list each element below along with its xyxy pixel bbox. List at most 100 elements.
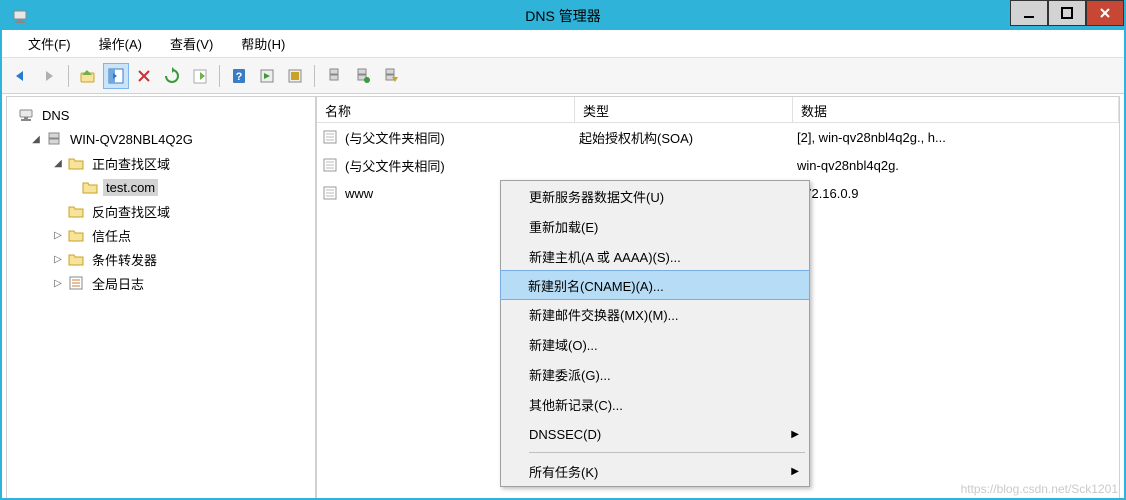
app-icon xyxy=(12,8,28,24)
watermark-text: https://blog.csdn.net/Sck1201 xyxy=(961,482,1118,496)
ctx-new-host[interactable]: 新建主机(A 或 AAAA)(S)... xyxy=(501,241,809,271)
cell-type: 起始授权机构(SOA) xyxy=(575,128,793,147)
ctx-label: 所有任务(K) xyxy=(529,462,598,481)
folder-icon xyxy=(67,202,85,220)
ctx-other-records[interactable]: 其他新记录(C)... xyxy=(501,389,809,419)
cell-data: [2], win-qv28nbl4q2g., h... xyxy=(793,130,1119,145)
record-icon xyxy=(321,184,339,202)
action-button-1[interactable] xyxy=(254,63,280,89)
list-header: 名称 类型 数据 xyxy=(317,97,1119,123)
cell-text: www xyxy=(345,186,373,201)
ctx-label: 新建委派(G)... xyxy=(529,365,611,384)
tree-label: test.com xyxy=(103,179,158,196)
tree-root[interactable]: DNS xyxy=(11,103,311,127)
close-button[interactable] xyxy=(1086,0,1124,26)
action-button-2[interactable] xyxy=(282,63,308,89)
menu-action[interactable]: 操作(A) xyxy=(85,31,156,56)
cell-text: (与父文件夹相同) xyxy=(345,128,445,147)
ctx-all-tasks[interactable]: 所有任务(K) ▶ xyxy=(501,456,809,486)
ctx-new-delegation[interactable]: 新建委派(G)... xyxy=(501,359,809,389)
toolbar: ? xyxy=(2,58,1124,94)
tree-server[interactable]: ◢ WIN-QV28NBL4Q2G xyxy=(11,127,311,151)
tree-label: 反向查找区域 xyxy=(89,201,173,222)
list-row[interactable]: (与父文件夹相同) win-qv28nbl4q2g. xyxy=(317,151,1119,179)
submenu-arrow-icon: ▶ xyxy=(791,429,799,440)
ctx-separator xyxy=(529,452,805,453)
filter-button[interactable] xyxy=(377,63,403,89)
record-icon xyxy=(321,128,339,146)
context-menu: 更新服务器数据文件(U) 重新加载(E) 新建主机(A 或 AAAA)(S)..… xyxy=(500,180,810,487)
logs-icon xyxy=(67,274,85,292)
collapse-icon[interactable]: ◢ xyxy=(51,156,65,170)
cell-data: 172.16.0.9 xyxy=(793,186,1119,201)
server-button-1[interactable] xyxy=(321,63,347,89)
tree-label: 信任点 xyxy=(89,225,134,246)
toolbar-separator xyxy=(219,65,220,87)
cell-name: (与父文件夹相同) xyxy=(317,128,575,147)
tree-forward-zones[interactable]: ◢ 正向查找区域 xyxy=(11,151,311,175)
expand-icon[interactable]: ▷ xyxy=(51,276,65,290)
server-button-2[interactable] xyxy=(349,63,375,89)
cell-text: (与父文件夹相同) xyxy=(345,156,445,175)
tree-label: DNS xyxy=(39,107,72,124)
nav-back-button[interactable] xyxy=(8,63,34,89)
tree-label: 条件转发器 xyxy=(89,249,160,270)
menu-view[interactable]: 查看(V) xyxy=(156,31,227,56)
tree-label: WIN-QV28NBL4Q2G xyxy=(67,131,196,148)
window-controls xyxy=(1010,0,1124,26)
ctx-update-server-data[interactable]: 更新服务器数据文件(U) xyxy=(501,181,809,211)
record-icon xyxy=(321,156,339,174)
menu-help[interactable]: 帮助(H) xyxy=(227,31,299,56)
server-icon xyxy=(45,130,63,148)
svg-text:?: ? xyxy=(236,71,243,83)
ctx-label: 重新加载(E) xyxy=(529,217,598,236)
refresh-button[interactable] xyxy=(159,63,185,89)
folder-icon xyxy=(81,178,99,196)
folder-icon xyxy=(67,250,85,268)
ctx-label: 更新服务器数据文件(U) xyxy=(529,187,664,206)
ctx-label: 其他新记录(C)... xyxy=(529,395,623,414)
column-header-type[interactable]: 类型 xyxy=(575,97,793,122)
list-row[interactable]: (与父文件夹相同) 起始授权机构(SOA) [2], win-qv28nbl4q… xyxy=(317,123,1119,151)
toolbar-separator xyxy=(68,65,69,87)
tree-panel: DNS ◢ WIN-QV28NBL4Q2G ◢ 正向查找区域 test.com … xyxy=(6,96,316,498)
tree-zone-testcom[interactable]: test.com xyxy=(11,175,311,199)
minimize-button[interactable] xyxy=(1010,0,1048,26)
folder-icon xyxy=(67,154,85,172)
submenu-arrow-icon: ▶ xyxy=(791,466,799,477)
tree-trust-points[interactable]: ▷ 信任点 xyxy=(11,223,311,247)
column-header-data[interactable]: 数据 xyxy=(793,97,1119,122)
ctx-new-domain[interactable]: 新建域(O)... xyxy=(501,329,809,359)
tree-reverse-zones[interactable]: 反向查找区域 xyxy=(11,199,311,223)
nav-forward-button[interactable] xyxy=(36,63,62,89)
ctx-new-cname[interactable]: 新建别名(CNAME)(A)... xyxy=(500,270,810,300)
window-title: DNS 管理器 xyxy=(525,6,600,26)
dns-icon xyxy=(17,106,35,124)
ctx-reload[interactable]: 重新加载(E) xyxy=(501,211,809,241)
titlebar: DNS 管理器 xyxy=(2,2,1124,30)
ctx-label: DNSSEC(D) xyxy=(529,427,601,442)
folder-icon xyxy=(67,226,85,244)
delete-button[interactable] xyxy=(131,63,157,89)
menu-file[interactable]: 文件(F) xyxy=(14,31,85,56)
cell-data: win-qv28nbl4q2g. xyxy=(793,158,1119,173)
cell-name: (与父文件夹相同) xyxy=(317,156,575,175)
tree-conditional-forwarders[interactable]: ▷ 条件转发器 xyxy=(11,247,311,271)
collapse-icon[interactable]: ◢ xyxy=(29,132,43,146)
ctx-new-mx[interactable]: 新建邮件交换器(MX)(M)... xyxy=(501,299,809,329)
tree-label: 正向查找区域 xyxy=(89,153,173,174)
maximize-button[interactable] xyxy=(1048,0,1086,26)
export-button[interactable] xyxy=(187,63,213,89)
toolbar-separator xyxy=(314,65,315,87)
ctx-label: 新建别名(CNAME)(A)... xyxy=(528,276,664,295)
column-header-name[interactable]: 名称 xyxy=(317,97,575,122)
menubar: 文件(F) 操作(A) 查看(V) 帮助(H) xyxy=(2,30,1124,58)
show-hide-tree-button[interactable] xyxy=(103,63,129,89)
expand-icon[interactable]: ▷ xyxy=(51,252,65,266)
ctx-label: 新建邮件交换器(MX)(M)... xyxy=(529,305,678,324)
up-button[interactable] xyxy=(75,63,101,89)
ctx-dnssec[interactable]: DNSSEC(D) ▶ xyxy=(501,419,809,449)
tree-global-logs[interactable]: ▷ 全局日志 xyxy=(11,271,311,295)
help-button[interactable]: ? xyxy=(226,63,252,89)
expand-icon[interactable]: ▷ xyxy=(51,228,65,242)
